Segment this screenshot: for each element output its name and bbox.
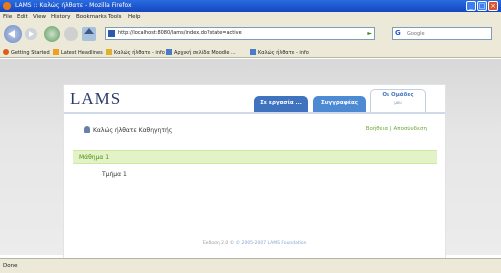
tab-my-groups-sub: μου xyxy=(394,100,402,105)
page-icon xyxy=(166,49,172,55)
menu-help[interactable]: Help xyxy=(128,14,141,20)
search-box[interactable]: G xyxy=(392,27,492,40)
lesson-title: Μάθημα 1 xyxy=(79,154,110,161)
bookmark-latest-headlines[interactable]: Latest Headlines xyxy=(53,49,103,56)
search-input[interactable] xyxy=(407,29,485,38)
page-viewport: LAMS Σε εργασία ... Συγγραφέας Οι Ομάδες… xyxy=(0,59,501,273)
navigation-toolbar: http://localhost:8080/lams/index.do?stat… xyxy=(0,22,501,46)
site-favicon-icon xyxy=(108,30,115,37)
footer-link[interactable]: © 2005-2007 LAMS Foundation xyxy=(236,241,307,246)
bookmark-getting-started[interactable]: Getting Started xyxy=(3,49,50,56)
menu-bar: File Edit View History Bookmarks Tools H… xyxy=(0,12,501,22)
footer-version: Έκδοση 2.0 © xyxy=(202,241,235,246)
bookmark-label: Αρχική σελίδα Moodle ... xyxy=(174,50,236,56)
address-bar[interactable]: http://localhost:8080/lams/index.do?stat… xyxy=(105,27,375,40)
bookmarks-toolbar: Getting Started Latest Headlines Καλώς ή… xyxy=(0,46,501,58)
bookmark-label: Καλώς ήλθατε - info xyxy=(258,50,309,56)
reload-button[interactable] xyxy=(44,26,60,42)
rss-icon xyxy=(53,49,59,55)
minimize-button[interactable]: _ xyxy=(466,1,476,11)
stop-button[interactable] xyxy=(64,27,78,41)
firefox-icon xyxy=(3,2,11,10)
menu-view[interactable]: View xyxy=(33,14,46,20)
firefox-icon xyxy=(3,49,9,55)
menu-history[interactable]: History xyxy=(51,14,71,20)
forward-button[interactable] xyxy=(25,28,37,40)
group-item[interactable]: Τμήμα 1 xyxy=(102,171,127,178)
bookmark-label: Getting Started xyxy=(11,50,50,56)
bookmark-welcome-info-2[interactable]: Καλώς ήλθατε - info xyxy=(250,49,309,56)
bookmark-label: Καλώς ήλθατε - info xyxy=(114,50,165,56)
tab-my-groups-label: Οι Ομάδες xyxy=(382,92,414,98)
tab-in-progress[interactable]: Σε εργασία ... xyxy=(254,96,308,112)
status-text: Done xyxy=(3,263,18,269)
user-icon xyxy=(84,126,90,133)
folder-icon xyxy=(106,49,112,55)
page-icon xyxy=(250,49,256,55)
bookmark-moodle-home[interactable]: Αρχική σελίδα Moodle ... xyxy=(166,49,236,56)
bookmark-label: Latest Headlines xyxy=(61,50,103,56)
lesson-header[interactable]: Μάθημα 1 xyxy=(73,150,437,164)
maximize-button[interactable]: □ xyxy=(477,1,487,11)
bookmark-welcome-info[interactable]: Καλώς ήλθατε - info xyxy=(106,49,165,56)
google-icon[interactable]: G xyxy=(395,29,405,38)
go-arrow-icon[interactable]: ► xyxy=(367,30,372,37)
welcome-message: Καλώς ήλθατε Καθηγητής xyxy=(84,126,172,134)
tab-my-groups[interactable]: Οι Ομάδες μου xyxy=(370,89,426,112)
close-button[interactable]: × xyxy=(488,1,498,11)
action-separator: | xyxy=(389,126,392,132)
lams-logo: LAMS xyxy=(70,89,122,108)
window-titlebar: LAMS :: Καλώς ήλθατε - Mozilla Firefox _… xyxy=(0,0,501,12)
home-button[interactable] xyxy=(82,27,96,41)
window-title: LAMS :: Καλώς ήλθατε - Mozilla Firefox xyxy=(15,2,132,9)
menu-edit[interactable]: Edit xyxy=(17,14,28,20)
address-url: http://localhost:8080/lams/index.do?stat… xyxy=(118,30,242,36)
menu-bookmarks[interactable]: Bookmarks xyxy=(76,14,107,20)
help-link[interactable]: Βοήθεια xyxy=(366,126,388,132)
menu-file[interactable]: File xyxy=(3,14,12,20)
logout-link[interactable]: Αποσύνδεση xyxy=(394,126,428,132)
lams-main-panel: LAMS Σε εργασία ... Συγγραφέας Οι Ομάδες… xyxy=(63,84,446,273)
tab-divider xyxy=(64,112,445,114)
tab-author[interactable]: Συγγραφέας xyxy=(313,96,366,112)
status-bar: Done xyxy=(0,258,501,273)
welcome-text: Καλώς ήλθατε Καθηγητής xyxy=(93,127,173,134)
user-actions: Βοήθεια | Αποσύνδεση xyxy=(366,126,427,132)
page-footer: Έκδοση 2.0 © © 2005-2007 LAMS Foundation xyxy=(64,241,445,246)
back-button[interactable] xyxy=(4,25,22,43)
menu-tools[interactable]: Tools xyxy=(108,14,122,20)
